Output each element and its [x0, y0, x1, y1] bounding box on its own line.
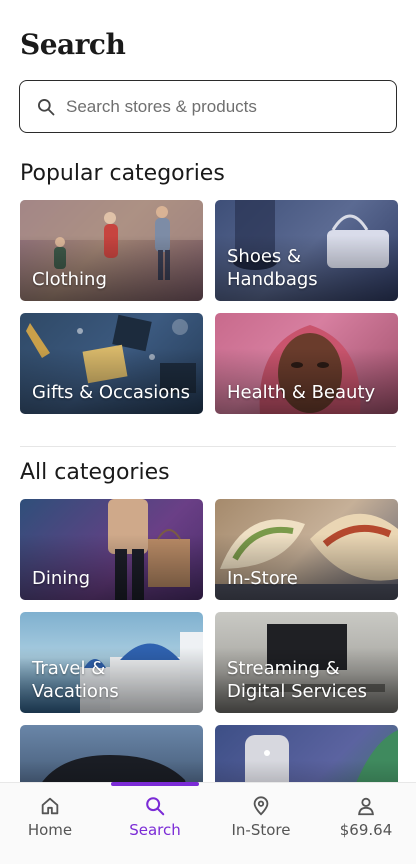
home-icon	[41, 797, 59, 815]
category-label: Health & Beauty	[227, 382, 376, 403]
category-label: Shoes & Handbags	[227, 246, 318, 290]
search-field[interactable]	[19, 80, 397, 133]
nav-label: In-Store	[231, 821, 291, 839]
section-divider	[20, 446, 396, 447]
category-label: Clothing	[32, 269, 107, 290]
page-title: Search	[20, 28, 126, 61]
search-input[interactable]	[66, 96, 366, 117]
nav-label: Home	[27, 821, 73, 839]
active-tab-indicator	[111, 782, 199, 786]
person-icon	[358, 797, 374, 816]
category-tile-streaming-digital[interactable]: Streaming & Digital Services	[215, 612, 398, 713]
category-label: Dining	[32, 568, 91, 589]
category-tile-dining[interactable]: Dining	[20, 499, 203, 600]
all-categories-heading: All categories	[20, 460, 170, 485]
nav-home[interactable]: Home	[0, 795, 100, 839]
category-tile-clothing[interactable]: Clothing	[20, 200, 203, 301]
category-label: In-Store	[227, 568, 298, 589]
category-tile-shoes-handbags[interactable]: Shoes & Handbags	[215, 200, 398, 301]
category-tile-gifts-occasions[interactable]: Gifts & Occasions	[20, 313, 203, 414]
category-tile-health-beauty[interactable]: Health & Beauty	[215, 313, 398, 414]
category-tile-in-store[interactable]: In-Store	[215, 499, 398, 600]
category-label: Gifts & Occasions	[32, 382, 191, 403]
nav-in-store[interactable]: In-Store	[211, 795, 311, 839]
location-pin-icon	[253, 796, 269, 816]
nav-search[interactable]: Search	[105, 795, 205, 839]
nav-label: Search	[129, 821, 181, 839]
search-icon	[146, 797, 165, 816]
category-tile-travel-vacations[interactable]: Travel & Vacations	[20, 612, 203, 713]
category-label: Streaming & Digital Services	[227, 658, 368, 702]
search-icon	[38, 98, 55, 115]
nav-account-balance[interactable]: $69.64	[316, 795, 416, 839]
popular-categories-heading: Popular categories	[20, 161, 225, 186]
category-label: Travel & Vacations	[32, 658, 119, 702]
nav-label: $69.64	[339, 821, 393, 839]
